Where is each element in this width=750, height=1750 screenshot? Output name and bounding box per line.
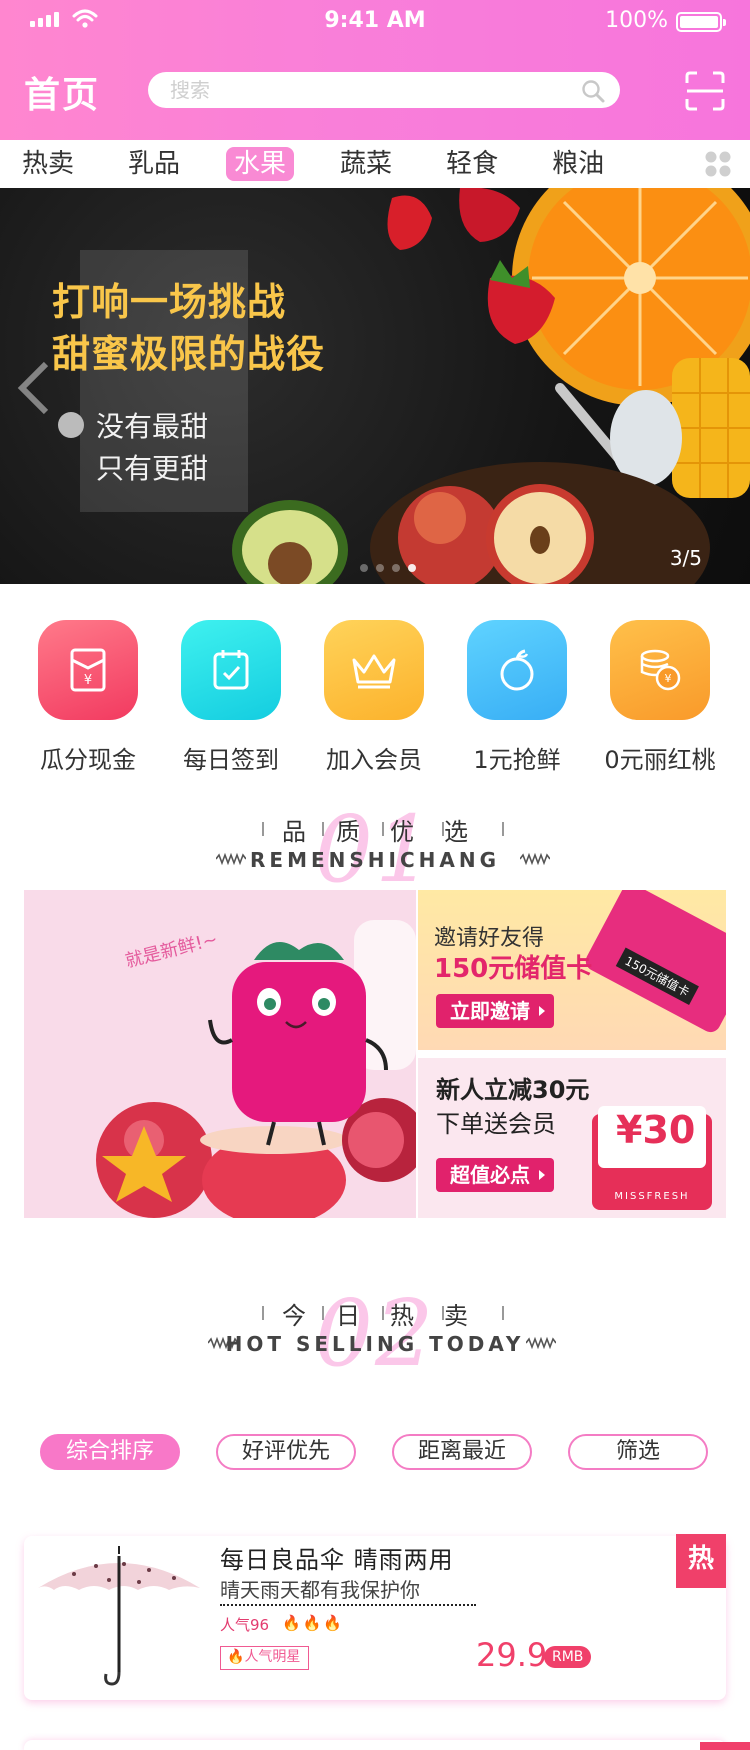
tab-light-meals[interactable]: 轻食 — [446, 147, 498, 181]
banner-subtitle: 没有最甜 只有更甜 — [96, 410, 209, 485]
carousel-indicators — [360, 564, 416, 572]
sort-filters: 综合排序 好评优先 距离最近 筛选 — [0, 1434, 750, 1470]
section-title: 今日热卖 — [282, 1302, 498, 1330]
promo-new-user-card[interactable]: ¥30 MISSFRESH 新人立减30元 下单送会员 超值必点 — [418, 1058, 726, 1218]
gift-card-illustration: 150元储值卡 — [582, 890, 726, 1036]
shortcut-label: 瓜分现金 — [40, 746, 136, 774]
carousel-dot-active[interactable] — [408, 564, 416, 572]
section-subtitle: REMENSHICHANG — [250, 848, 500, 872]
search-icon[interactable] — [580, 78, 606, 104]
zigzag-ornament — [526, 1336, 556, 1350]
tab-dairy[interactable]: 乳品 — [128, 147, 180, 181]
red-envelope-icon[interactable]: ¥ — [38, 620, 138, 720]
coupon-envelope-illustration: ¥30 MISSFRESH — [592, 1106, 712, 1210]
crown-icon[interactable] — [324, 620, 424, 720]
product-card[interactable]: 每日良品伞 晴雨两用 晴天雨天都有我保护你 人气96 🔥🔥🔥 🔥人气明星 29.… — [24, 1534, 726, 1700]
carousel-dot[interactable] — [360, 564, 368, 572]
invite-button[interactable]: 立即邀请 — [436, 994, 554, 1028]
category-tabs: 热卖 乳品 水果 蔬菜 轻食 粮油 — [0, 140, 750, 188]
filter-distance[interactable]: 距离最近 — [392, 1434, 532, 1470]
coins-icon[interactable]: ¥ — [610, 620, 710, 720]
carousel-dot[interactable] — [376, 564, 384, 572]
battery-icon — [676, 12, 726, 32]
popularity-label: 人气96 — [220, 1616, 270, 1634]
tab-grain-oil[interactable]: 粮油 — [552, 147, 604, 181]
section-subtitle: HOT SELLING TODAY — [225, 1332, 525, 1356]
invite-value: 150元储值卡 — [434, 954, 593, 984]
zigzag-ornament — [520, 852, 550, 866]
section-header-quality: 01 品质优选 REMENSHICHANG — [0, 796, 750, 903]
fruit-badge-icon — [58, 412, 84, 438]
svg-text:¥: ¥ — [84, 673, 92, 688]
quick-actions: ¥ 瓜分现金 每日签到 加入会员 1元抢鲜 ¥ 0元丽红桃 — [0, 620, 750, 774]
popular-star-tag: 🔥人气明星 — [220, 1646, 310, 1670]
carousel-dot[interactable] — [392, 564, 400, 572]
shortcut-cash[interactable]: ¥ 瓜分现金 — [16, 620, 160, 775]
promo-invite-card[interactable]: 150元储值卡 邀请好友得 150元储值卡 立即邀请 — [418, 890, 726, 1050]
tab-fruit[interactable]: 水果 — [226, 147, 295, 181]
deal-button[interactable]: 超值必点 — [436, 1158, 554, 1192]
product-price: 29.9 — [476, 1636, 548, 1674]
svg-text:¥: ¥ — [665, 672, 672, 685]
shortcut-label: 加入会员 — [326, 746, 422, 774]
tab-hot[interactable]: 热卖 — [22, 147, 74, 181]
calendar-check-icon[interactable] — [181, 620, 281, 720]
section-header-hot-selling: 02 今日热卖 HOT SELLING TODAY — [0, 1280, 750, 1387]
status-bar: 9:41 AM 100% — [0, 0, 750, 40]
strawberry-mascot-illustration — [96, 920, 416, 1218]
dotted-divider — [220, 1604, 476, 1606]
search-input[interactable] — [148, 72, 620, 108]
shortcut-label: 1元抢鲜 — [473, 746, 561, 774]
more-categories-icon[interactable] — [704, 150, 732, 178]
page-title: 首页 — [24, 75, 101, 116]
umbrella-image — [38, 1546, 200, 1686]
search-bar[interactable] — [148, 72, 620, 108]
app-header: 9:41 AM 100% 首页 — [0, 0, 750, 140]
product-title: 每日良品伞 晴雨两用 — [220, 1546, 454, 1574]
hot-badge: 热 — [676, 1534, 726, 1588]
scan-icon[interactable] — [684, 70, 726, 112]
new-user-discount: 新人立减30元 — [436, 1076, 590, 1104]
hero-banner[interactable]: 打响一场挑战 甜蜜极限的战役 没有最甜 只有更甜 3/5 — [0, 188, 750, 584]
banner-page-counter: 3/5 — [669, 546, 702, 570]
battery-percent: 100% — [605, 8, 668, 33]
promo-fruit-banner[interactable]: 就是新鲜!~ — [24, 890, 416, 1218]
shortcut-free-peach[interactable]: ¥ 0元丽红桃 — [588, 620, 732, 775]
product-description: 晴天雨天都有我保护你 — [220, 1578, 420, 1602]
tab-vegetables[interactable]: 蔬菜 — [340, 147, 392, 181]
filter-more[interactable]: 筛选 — [568, 1434, 708, 1470]
filter-comprehensive[interactable]: 综合排序 — [40, 1434, 180, 1470]
section-title: 品质优选 — [282, 818, 498, 846]
hot-badge — [700, 1742, 750, 1750]
shortcut-membership[interactable]: 加入会员 — [302, 620, 446, 775]
promo-section: 就是新鲜!~ 150元储值卡 邀请好友得 150元储值卡 立即邀请 ¥30 MI… — [24, 890, 726, 1218]
banner-headline: 打响一场挑战 甜蜜极限的战役 — [52, 280, 326, 376]
apple-icon[interactable] — [467, 620, 567, 720]
flame-icon: 🔥🔥🔥 — [282, 1614, 345, 1632]
shortcut-label: 0元丽红桃 — [604, 746, 716, 774]
filter-rating[interactable]: 好评优先 — [216, 1434, 356, 1470]
shortcut-checkin[interactable]: 每日签到 — [159, 620, 303, 775]
shortcut-label: 每日签到 — [183, 746, 279, 774]
price-unit: RMB — [544, 1646, 592, 1668]
chevron-left-icon[interactable] — [16, 360, 52, 416]
new-user-gift: 下单送会员 — [436, 1110, 556, 1138]
flame-icon: 🔥 — [227, 1649, 245, 1665]
next-product-card[interactable] — [24, 1740, 726, 1750]
shortcut-fresh-deal[interactable]: 1元抢鲜 — [445, 620, 589, 775]
